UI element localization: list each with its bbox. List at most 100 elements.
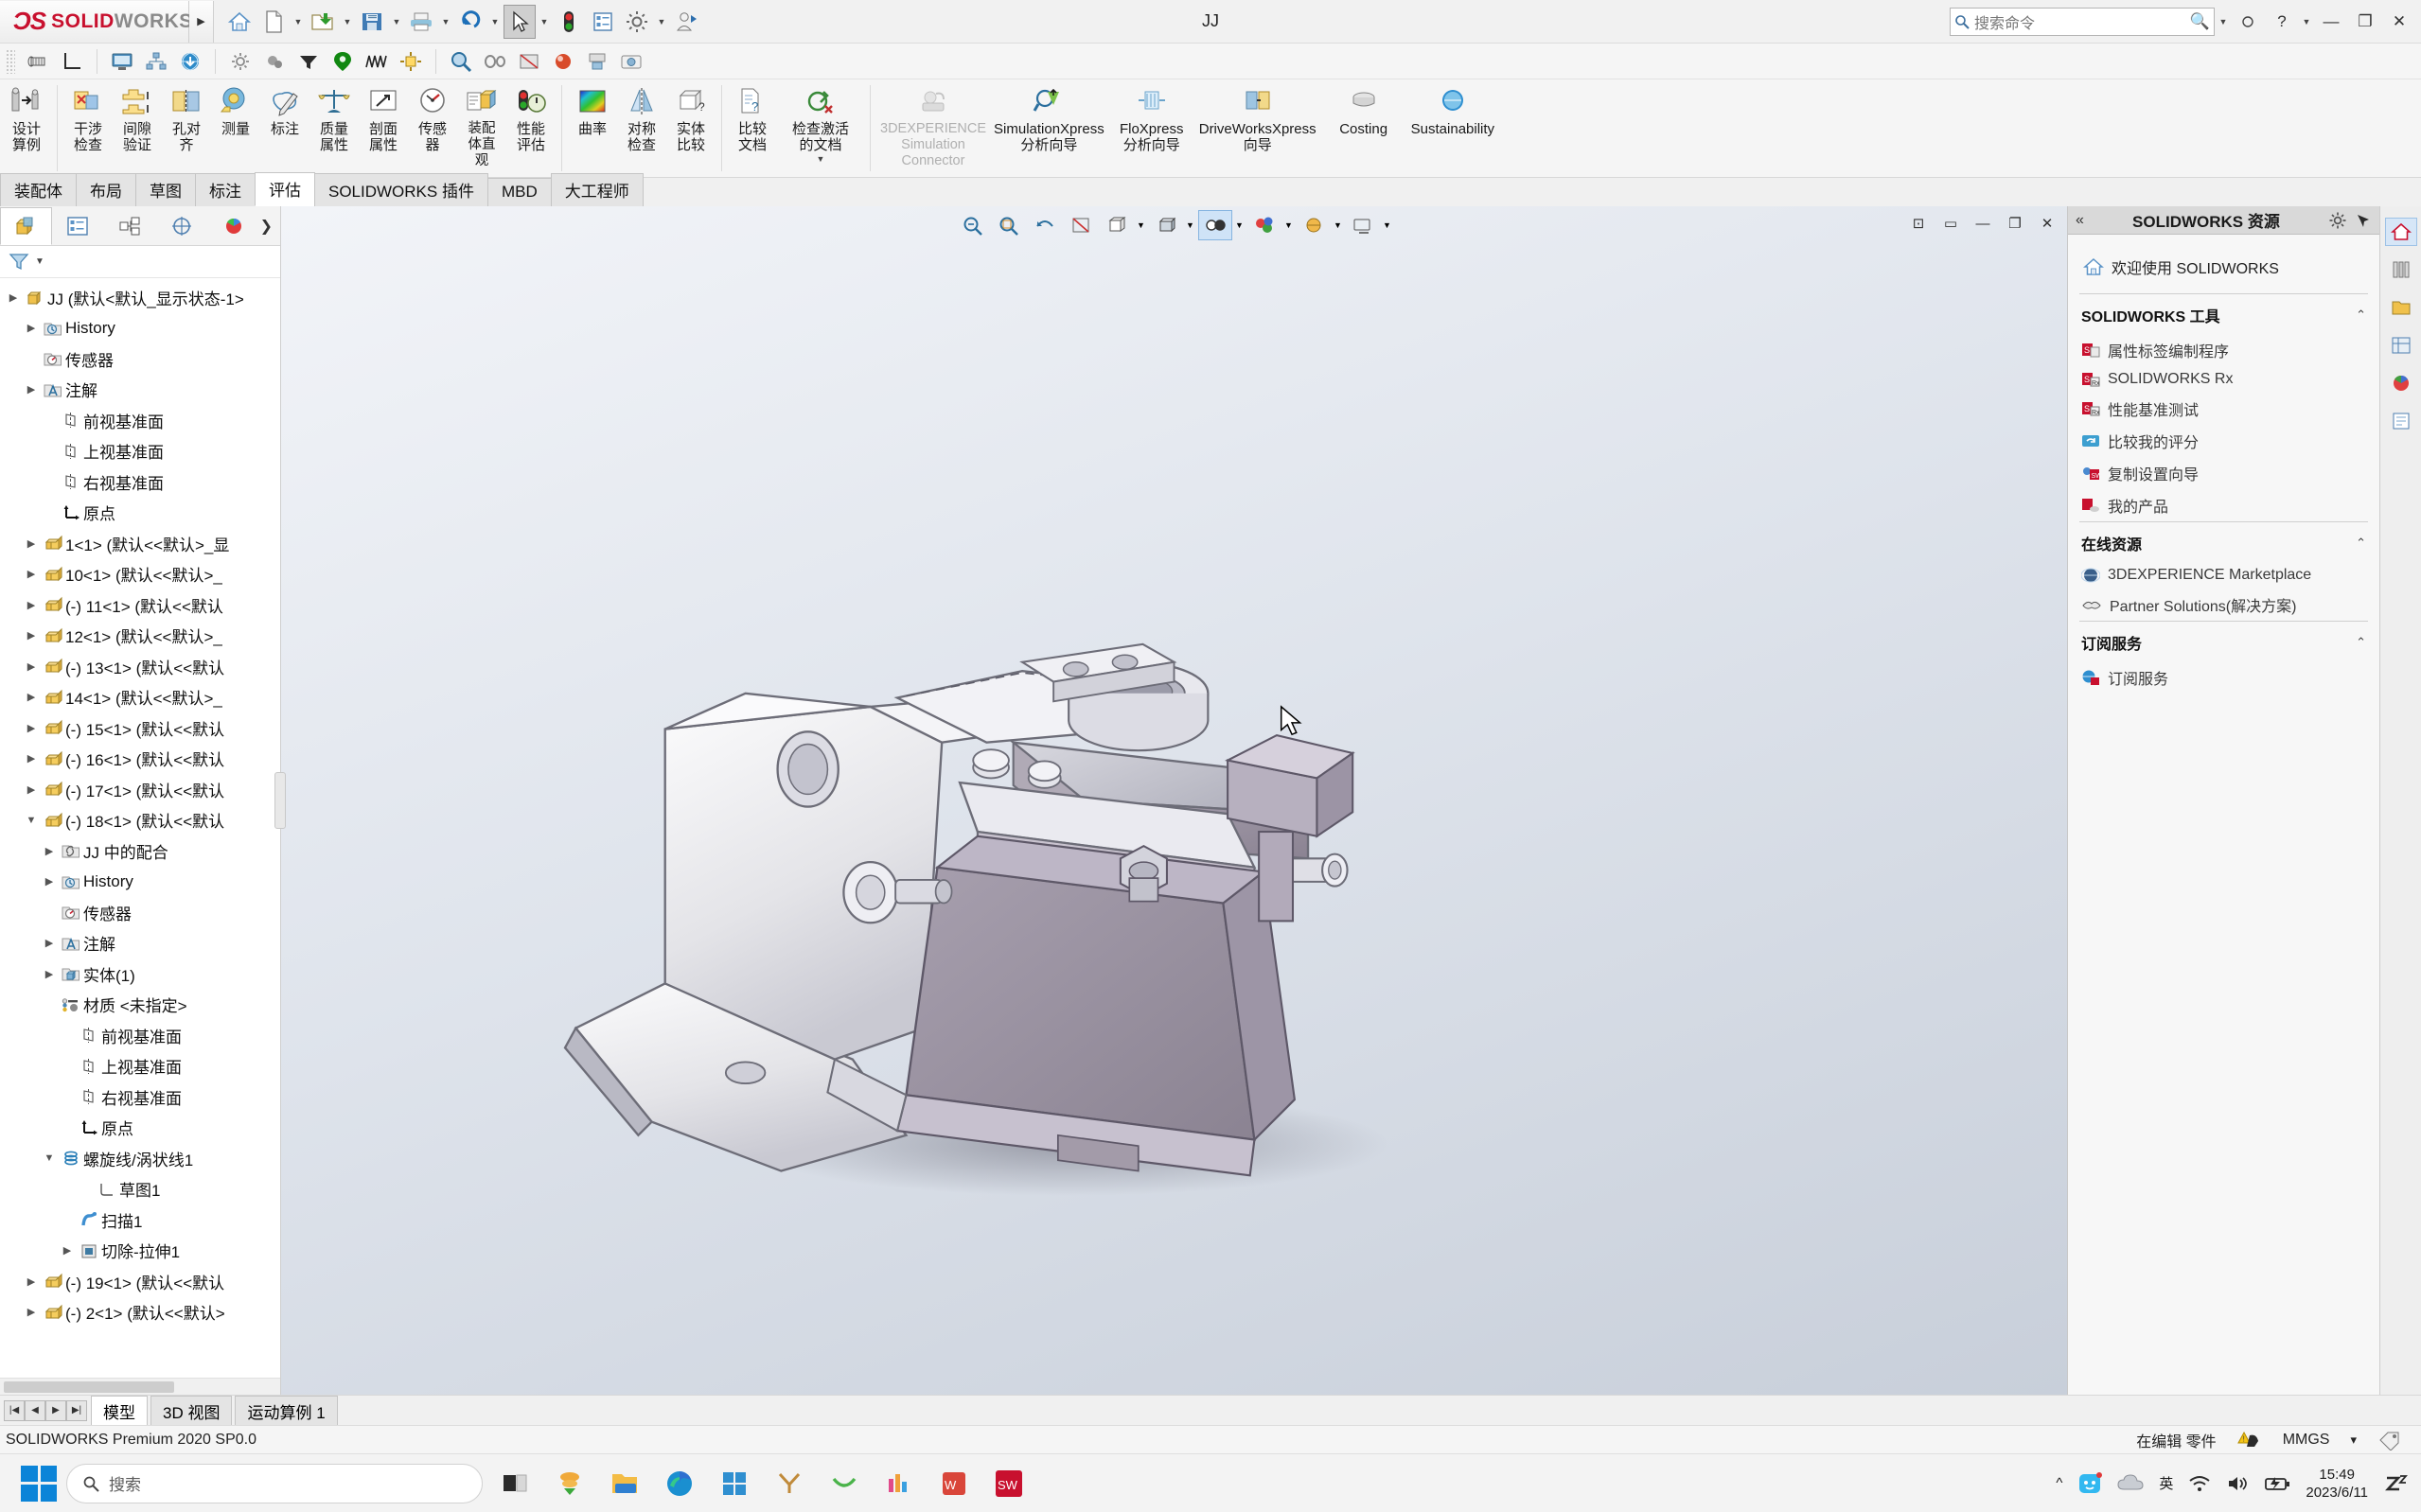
pane-settings-icon[interactable] bbox=[2328, 211, 2347, 230]
bottom-tab-motion-study[interactable]: 运动算例 1 bbox=[235, 1395, 338, 1426]
task-pane-link[interactable]: S 属性标签编制程序 bbox=[2079, 334, 2368, 366]
task-pane-link[interactable]: Partner Solutions(解决方案) bbox=[2079, 589, 2368, 621]
globe-icon[interactable] bbox=[173, 46, 207, 77]
task-pane-section-header[interactable]: 在线资源 ⌃ bbox=[2079, 521, 2368, 562]
undo-button[interactable] bbox=[454, 5, 486, 39]
network-icon[interactable] bbox=[139, 46, 173, 77]
ribbon-item-design-study[interactable]: 设计 算例 bbox=[2, 79, 51, 177]
options-button[interactable] bbox=[621, 5, 653, 39]
feature-tree-item[interactable]: ▶ 注解 bbox=[0, 375, 280, 406]
ribbon-item-simulationxpress-wizard[interactable]: SimulationXpress 分析向导 bbox=[990, 79, 1108, 177]
tree-twisty-icon[interactable]: ▼ bbox=[22, 815, 41, 826]
ribbon-item-floxpress-wizard[interactable]: FloXpress 分析向导 bbox=[1108, 79, 1195, 177]
feature-tree-item[interactable]: 草图1 bbox=[0, 1174, 280, 1205]
options-caret-icon[interactable]: ▼ bbox=[655, 5, 668, 39]
gears-icon[interactable] bbox=[257, 46, 292, 77]
rail-view-palette-icon[interactable] bbox=[2385, 331, 2417, 360]
new-document-button[interactable] bbox=[257, 5, 290, 39]
feature-tree-item[interactable]: 上视基准面 bbox=[0, 1051, 280, 1082]
taskbar-search-input[interactable]: 搜索 bbox=[66, 1463, 483, 1503]
menu-expand-caret-icon[interactable]: ▶ bbox=[189, 0, 214, 43]
funnel-icon[interactable] bbox=[292, 46, 326, 77]
collapse-pane-icon[interactable]: « bbox=[2076, 212, 2084, 229]
view-orientation-button[interactable] bbox=[1100, 210, 1134, 240]
feature-tree-item[interactable]: 右视基准面 bbox=[0, 466, 280, 498]
undo-caret-icon[interactable]: ▼ bbox=[488, 5, 502, 39]
feature-tree-item[interactable]: ▶ 14<1> (默认<<默认>_ bbox=[0, 682, 280, 713]
tab-mbd[interactable]: MBD bbox=[486, 178, 552, 206]
filter-caret-icon[interactable]: ▼ bbox=[35, 256, 44, 267]
app-colorful-button[interactable] bbox=[876, 1461, 922, 1506]
close-button[interactable]: ✕ bbox=[2383, 6, 2415, 38]
ribbon-item-symmetry-check[interactable]: 对称 检查 bbox=[617, 79, 666, 177]
gfx-restore-icon[interactable]: ⊡ bbox=[1904, 210, 1933, 237]
edit-appearance-caret-icon[interactable]: ▼ bbox=[1283, 210, 1295, 240]
solidworks-taskbar-button[interactable]: SW bbox=[986, 1461, 1032, 1506]
task-view-button[interactable] bbox=[492, 1461, 538, 1506]
feature-tree-tab[interactable] bbox=[0, 206, 52, 245]
configuration-manager-tab[interactable] bbox=[104, 207, 156, 245]
home-button[interactable] bbox=[223, 5, 256, 39]
task-pane-section-header[interactable]: SOLIDWORKS 工具 ⌃ bbox=[2079, 293, 2368, 334]
check-doc-caret-icon[interactable]: ▼ bbox=[817, 154, 825, 164]
ribbon-item-sustainability[interactable]: Sustainability bbox=[1407, 79, 1498, 177]
help-caret-icon[interactable]: ▼ bbox=[2300, 5, 2313, 39]
ribbon-item-performance-evaluation[interactable]: 性能 评估 bbox=[506, 79, 556, 177]
tree-twisty-icon[interactable]: ▶ bbox=[40, 845, 59, 857]
view-settings-button[interactable] bbox=[1346, 210, 1380, 240]
feature-tree-item[interactable]: ▶ (-) 15<1> (默认<<默认 bbox=[0, 712, 280, 744]
feature-tree-item[interactable]: 原点 bbox=[0, 498, 280, 529]
select-caret-icon[interactable]: ▼ bbox=[538, 5, 551, 39]
wps-button[interactable]: W bbox=[931, 1461, 977, 1506]
feature-tree-item[interactable]: 前视基准面 bbox=[0, 1020, 280, 1051]
chevron-up-icon[interactable]: ⌃ bbox=[2356, 536, 2366, 551]
tree-twisty-icon[interactable]: ▶ bbox=[22, 568, 41, 580]
feature-tree-item[interactable]: ▶ 切除-拉伸1 bbox=[0, 1236, 280, 1267]
file-properties-button[interactable] bbox=[587, 5, 619, 39]
search-go-icon[interactable]: 🔍 bbox=[2190, 12, 2210, 31]
tree-twisty-icon[interactable]: ▶ bbox=[22, 629, 41, 642]
bolt-icon[interactable] bbox=[21, 46, 55, 77]
tree-twisty-icon[interactable]: ▶ bbox=[4, 291, 23, 304]
ribbon-item-curvature[interactable]: 曲率 bbox=[568, 79, 617, 177]
belt-icon[interactable] bbox=[478, 46, 512, 77]
restore-button[interactable]: ❐ bbox=[2349, 6, 2381, 38]
edge-button[interactable] bbox=[657, 1461, 702, 1506]
feature-tree-item[interactable]: ▶ JJ (默认<默认_显示状态-1> bbox=[0, 282, 280, 313]
feature-tree-item[interactable]: ▶ 实体(1) bbox=[0, 958, 280, 990]
graphics-viewport[interactable]: ▼ ▼ ▼ ▼ ▼ ▼ ⊡ ▭ — ❐ ✕ bbox=[281, 206, 2067, 1395]
ribbon-item-assembly-visualization[interactable]: 装配 体直 观 bbox=[457, 79, 506, 177]
feature-tree-item[interactable]: 扫描1 bbox=[0, 1204, 280, 1236]
ribbon-item-3dexperience-simulation-connector[interactable]: 3DEXPERIENCE Simulation Connector bbox=[876, 79, 990, 177]
tree-twisty-icon[interactable]: ▶ bbox=[22, 660, 41, 673]
tree-twisty-icon[interactable]: ▶ bbox=[22, 537, 41, 550]
hide-show-items-button[interactable] bbox=[1197, 210, 1232, 240]
feature-tree-hscrollbar[interactable] bbox=[0, 1378, 280, 1395]
panel-splitter-handle[interactable] bbox=[274, 772, 286, 829]
feature-tree-item[interactable]: ▶ (-) 11<1> (默认<<默认 bbox=[0, 589, 280, 621]
feature-tree-item[interactable]: ▶ JJ 中的配合 bbox=[0, 835, 280, 867]
feature-tree-item[interactable]: ▶ 12<1> (默认<<默认>_ bbox=[0, 621, 280, 652]
tree-twisty-icon[interactable]: ▼ bbox=[40, 1152, 59, 1164]
file-explorer-button[interactable] bbox=[602, 1461, 647, 1506]
feature-tree-item[interactable]: 上视基准面 bbox=[0, 436, 280, 467]
feature-manager-expand-icon[interactable]: ❯ bbox=[260, 217, 280, 236]
tab-assembly[interactable]: 装配体 bbox=[0, 173, 77, 206]
feature-tree-item[interactable]: 原点 bbox=[0, 1113, 280, 1144]
task-pane-link[interactable]: 3DEXPERIENCE Marketplace bbox=[2079, 562, 2368, 589]
tree-twisty-icon[interactable]: ▶ bbox=[22, 322, 41, 334]
ribbon-item-interference-detection[interactable]: 干涉 检查 bbox=[63, 79, 113, 177]
tab-prev-icon[interactable]: ◀ bbox=[25, 1399, 45, 1421]
tab-layout[interactable]: 布局 bbox=[76, 173, 136, 206]
save-button[interactable] bbox=[356, 5, 388, 39]
zoom-fit-button[interactable] bbox=[956, 210, 990, 240]
tree-twisty-icon[interactable]: ▶ bbox=[22, 722, 41, 734]
task-pane-link[interactable]: 比较我的评分 bbox=[2079, 425, 2368, 457]
feature-tree-item[interactable]: 右视基准面 bbox=[0, 1081, 280, 1113]
rail-appearances-icon[interactable] bbox=[2385, 369, 2417, 397]
store-button[interactable] bbox=[712, 1461, 757, 1506]
axis-icon[interactable] bbox=[55, 46, 89, 77]
tree-twisty-icon[interactable]: ▶ bbox=[40, 968, 59, 980]
rail-file-explorer-icon[interactable] bbox=[2385, 293, 2417, 322]
app-green-button[interactable] bbox=[822, 1461, 867, 1506]
